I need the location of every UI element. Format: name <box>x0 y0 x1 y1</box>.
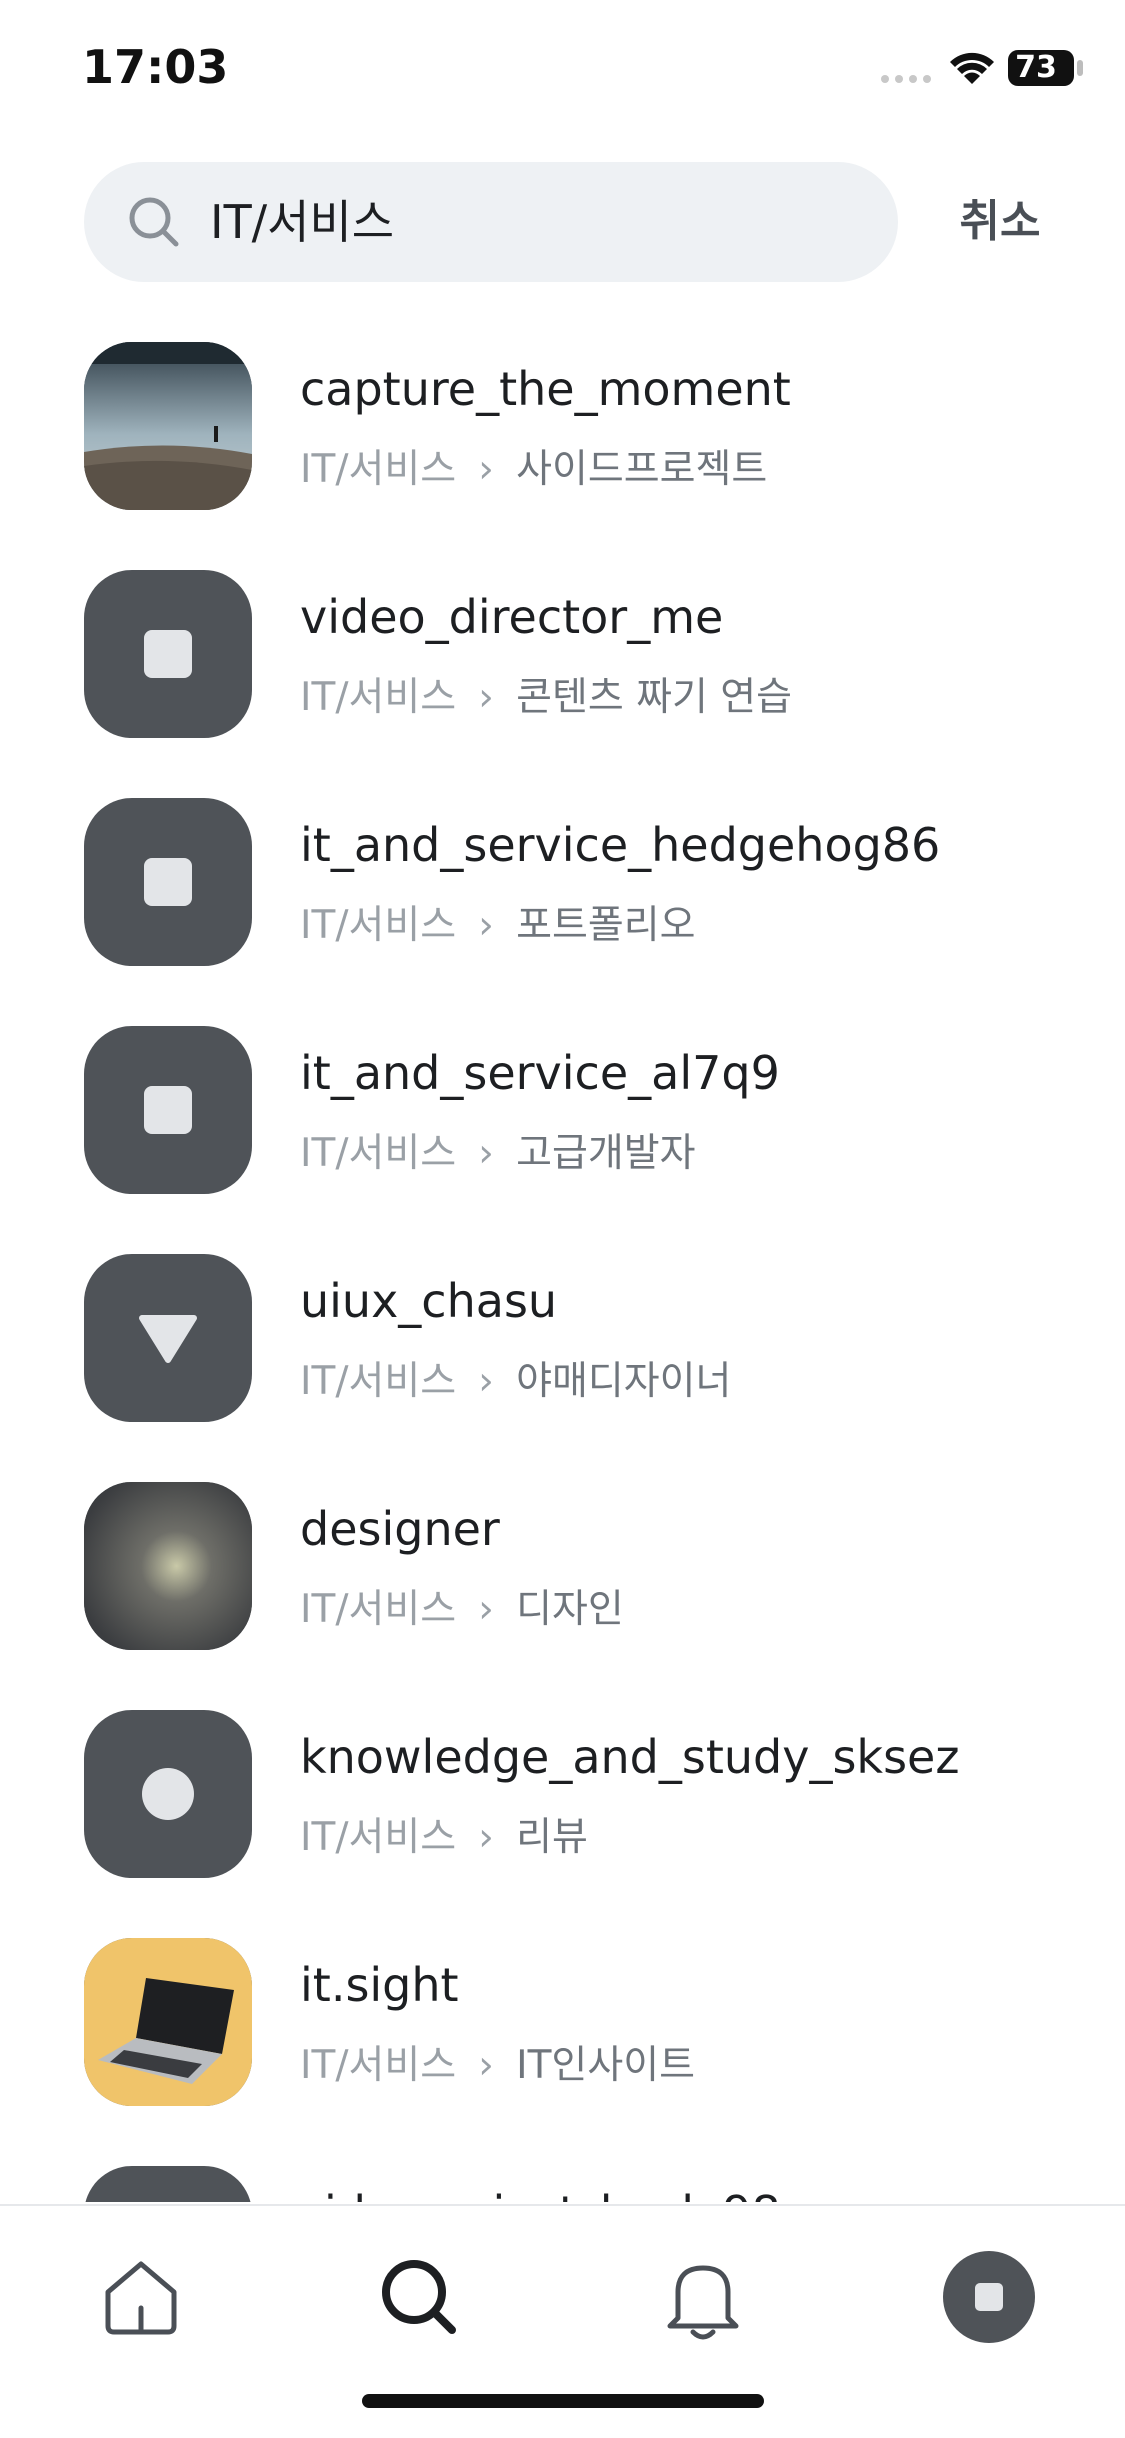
result-meta: IT/서비스 › 포트폴리오 <box>300 894 696 950</box>
chevron-right-icon: › <box>478 1359 494 1404</box>
battery-cap <box>1077 60 1083 76</box>
chevron-right-icon: › <box>478 2043 494 2088</box>
result-subcategory: 야매디자이너 <box>516 1359 732 1404</box>
home-icon <box>105 2261 177 2335</box>
photo-laptop <box>84 1938 252 2106</box>
result-meta: IT/서비스 › 고급개발자 <box>300 1122 696 1178</box>
square-icon <box>144 858 192 906</box>
tab-profile[interactable] <box>928 2236 1050 2358</box>
status-bar: 17:03 73 <box>0 0 1125 140</box>
result-category: IT/서비스 <box>300 675 457 720</box>
photo-moon <box>84 1482 252 1650</box>
tab-notifications[interactable] <box>648 2242 758 2352</box>
chevron-right-icon: › <box>478 1131 494 1176</box>
result-meta: IT/서비스 › 야매디자이너 <box>300 1350 731 1406</box>
list-item[interactable]: designer IT/서비스 › 디자인 <box>0 1480 1125 1708</box>
chevron-right-icon: › <box>478 1815 494 1860</box>
search-results-list[interactable]: capture_the_moment IT/서비스 › 사이드프로젝트 video_di… <box>0 340 1125 2202</box>
result-subcategory: IT인사이트 <box>516 2043 695 2088</box>
wifi-icon <box>950 52 994 84</box>
circle-icon <box>142 1768 194 1820</box>
result-meta: IT/서비스 › 디자인 <box>300 1578 624 1634</box>
search-icon <box>382 2260 456 2334</box>
avatar[interactable] <box>84 342 252 510</box>
avatar[interactable] <box>84 1254 252 1422</box>
avatar[interactable] <box>84 1026 252 1194</box>
triangle-icon <box>139 1315 197 1363</box>
profile-avatar <box>943 2251 1035 2343</box>
result-name: capture_the_moment <box>300 362 791 416</box>
list-item[interactable]: it_and_service_hedgehog86 IT/서비스 › 포트폴리오 <box>0 796 1125 1024</box>
square-icon <box>84 2166 252 2202</box>
chevron-right-icon: › <box>478 675 494 720</box>
result-meta: IT/서비스 › IT인사이트 <box>300 2034 695 2090</box>
battery-icon: 73 <box>1008 50 1074 86</box>
search-input[interactable]: IT/서비스 <box>84 162 898 282</box>
chevron-right-icon: › <box>478 903 494 948</box>
square-icon <box>144 1086 192 1134</box>
tab-search[interactable] <box>364 2242 474 2352</box>
avatar[interactable] <box>84 1938 252 2106</box>
cellular-signal-icon <box>881 75 931 83</box>
avatar[interactable] <box>84 798 252 966</box>
result-name: designer <box>300 1502 500 1556</box>
chevron-right-icon: › <box>478 447 494 492</box>
result-meta: IT/서비스 › 사이드프로젝트 <box>300 438 767 494</box>
chevron-right-icon: › <box>478 1587 494 1632</box>
result-name: side_project_koala98 <box>300 2186 781 2202</box>
list-item[interactable]: video_director_me IT/서비스 › 콘텐츠 짜기 연습 <box>0 568 1125 796</box>
result-category: IT/서비스 <box>300 1359 457 1404</box>
photo-beach <box>84 342 252 510</box>
result-subcategory: 리뷰 <box>516 1815 588 1860</box>
result-category: IT/서비스 <box>300 447 457 492</box>
result-name: video_director_me <box>300 590 724 644</box>
home-indicator <box>362 2394 764 2408</box>
list-item[interactable]: it.sight IT/서비스 › IT인사이트 <box>0 1936 1125 2164</box>
result-name: knowledge_and_study_sksez <box>300 1730 960 1784</box>
bell-icon <box>667 2265 739 2340</box>
result-category: IT/서비스 <box>300 1815 457 1860</box>
result-name: uiux_chasu <box>300 1274 558 1328</box>
result-subcategory: 고급개발자 <box>516 1131 696 1176</box>
result-subcategory: 디자인 <box>516 1587 624 1632</box>
list-item[interactable]: it_and_service_al7q9 IT/서비스 › 고급개발자 <box>0 1024 1125 1252</box>
avatar[interactable] <box>84 570 252 738</box>
result-meta: IT/서비스 › 콘텐츠 짜기 연습 <box>300 666 792 722</box>
result-category: IT/서비스 <box>300 1587 457 1632</box>
search-icon <box>129 197 179 247</box>
square-icon <box>144 630 192 678</box>
result-subcategory: 포트폴리오 <box>516 903 696 948</box>
avatar[interactable] <box>84 1482 252 1650</box>
result-name: it_and_service_hedgehog86 <box>300 818 941 872</box>
status-time: 17:03 <box>82 40 229 94</box>
result-name: it_and_service_al7q9 <box>300 1046 780 1100</box>
result-name: it.sight <box>300 1958 459 2012</box>
avatar[interactable] <box>84 2166 252 2202</box>
list-item[interactable]: capture_the_moment IT/서비스 › 사이드프로젝트 <box>0 340 1125 568</box>
list-item[interactable]: side_project_koala98 <box>0 2164 1125 2202</box>
list-item[interactable]: knowledge_and_study_sksez IT/서비스 › 리뷰 <box>0 1708 1125 1936</box>
battery-level: 73 <box>1015 50 1057 85</box>
result-category: IT/서비스 <box>300 1131 457 1176</box>
result-subcategory: 콘텐츠 짜기 연습 <box>516 675 793 720</box>
result-category: IT/서비스 <box>300 2043 457 2088</box>
result-subcategory: 사이드프로젝트 <box>516 447 768 492</box>
list-item[interactable]: uiux_chasu IT/서비스 › 야매디자이너 <box>0 1252 1125 1480</box>
avatar[interactable] <box>84 1710 252 1878</box>
search-query[interactable]: IT/서비스 <box>210 162 394 282</box>
result-category: IT/서비스 <box>300 903 457 948</box>
result-meta: IT/서비스 › 리뷰 <box>300 1806 588 1862</box>
cancel-button[interactable]: 취소 <box>940 162 1060 282</box>
tab-home[interactable] <box>86 2242 196 2352</box>
